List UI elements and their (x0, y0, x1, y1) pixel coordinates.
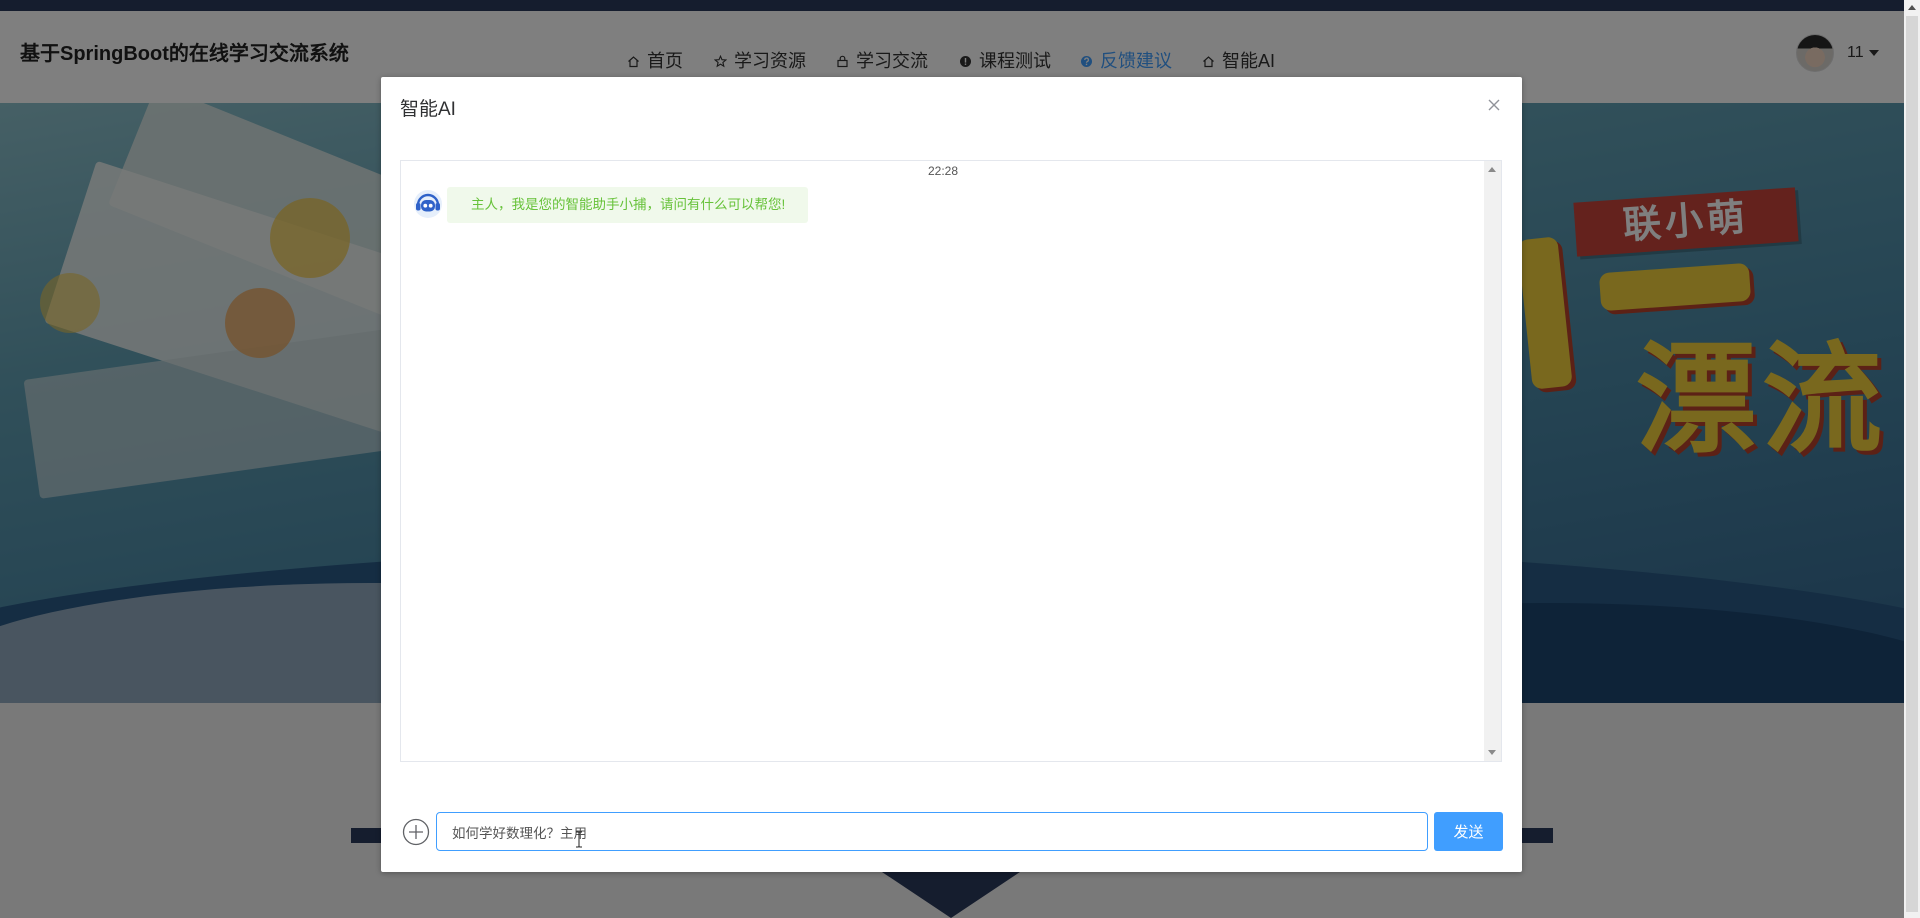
plus-circle-icon[interactable] (402, 818, 430, 846)
message-timestamp: 22:28 (927, 164, 959, 178)
mouse-ibeam-cursor-icon (575, 831, 583, 848)
chat-message-input[interactable] (436, 812, 1428, 851)
close-icon[interactable] (1486, 97, 1502, 113)
ai-chat-dialog: 智能AI 22:28 主人，我是您的智能助手小捕，请问有什么可以帮您! 发送 (381, 77, 1522, 872)
scroll-up-arrow-icon[interactable] (1908, 5, 1916, 10)
scroll-up-arrow-icon[interactable] (1488, 167, 1496, 172)
robot-avatar-icon (413, 189, 443, 219)
chat-scrollbar[interactable] (1484, 161, 1501, 761)
bot-message-bubble: 主人，我是您的智能助手小捕，请问有什么可以帮您! (447, 187, 808, 223)
send-button[interactable]: 发送 (1434, 812, 1503, 851)
page-scrollbar[interactable] (1904, 0, 1920, 918)
scrollbar-thumb[interactable] (1906, 16, 1918, 912)
chat-history[interactable]: 22:28 主人，我是您的智能助手小捕，请问有什么可以帮您! (400, 160, 1502, 762)
scroll-down-arrow-icon[interactable] (1488, 750, 1496, 755)
dialog-title: 智能AI (400, 99, 456, 120)
